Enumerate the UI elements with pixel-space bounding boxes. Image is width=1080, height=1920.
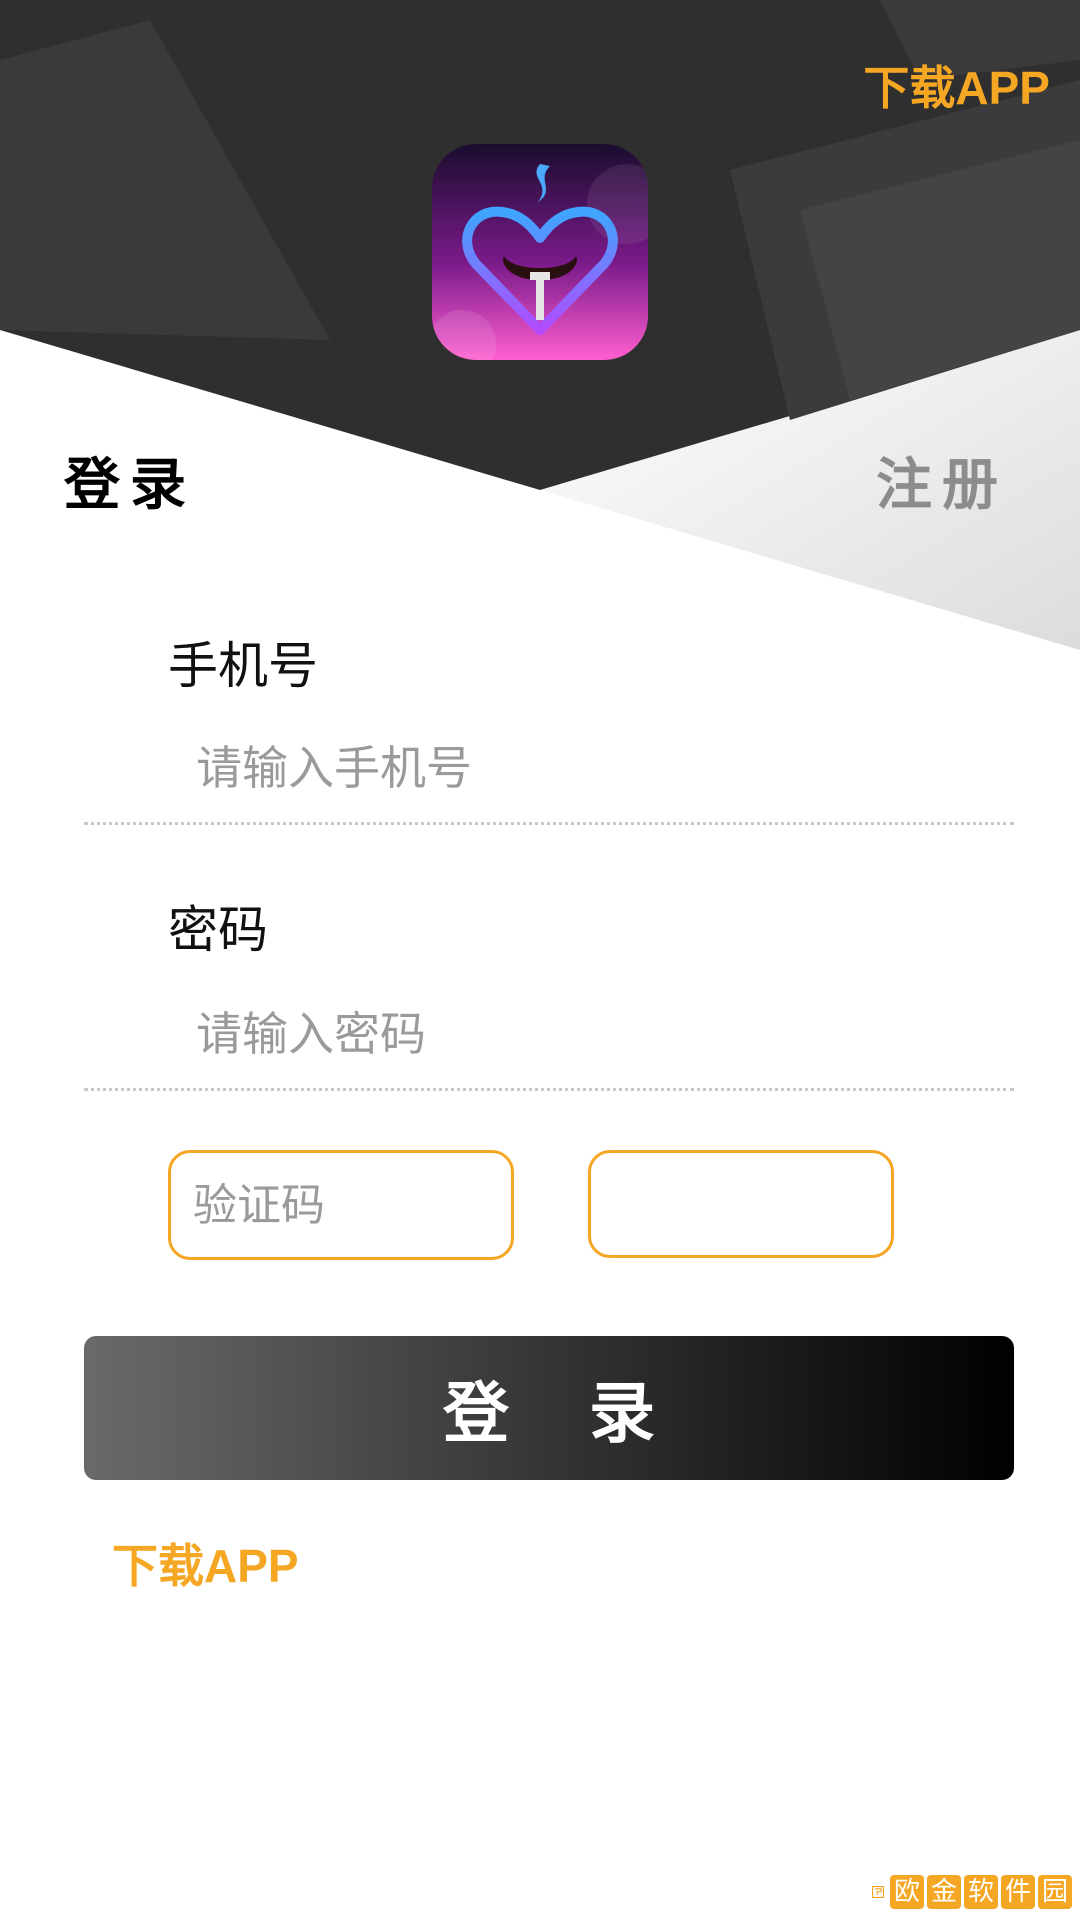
password-label: 密码 — [168, 901, 268, 959]
heart-sausage-logo-icon — [432, 144, 648, 360]
phone-label: 手机号 — [168, 637, 318, 695]
watermark-text: 欧金软件园 — [890, 1875, 1072, 1909]
app-logo — [432, 144, 648, 360]
watermark-char: 园 — [1038, 1875, 1072, 1909]
password-divider — [84, 1088, 1014, 1091]
watermark-char: 件 — [1001, 1875, 1035, 1909]
tab-login[interactable]: 登录 — [64, 440, 196, 521]
download-app-link-top[interactable]: 下载APP — [863, 52, 1050, 118]
watermark-char: 软 — [964, 1875, 998, 1909]
download-app-link-bottom[interactable]: 下载APP — [112, 1530, 299, 1596]
captcha-image[interactable] — [588, 1150, 894, 1258]
phone-divider — [84, 822, 1014, 825]
password-input[interactable] — [84, 990, 1014, 1078]
watermark-char: 金 — [927, 1875, 961, 1909]
tab-register[interactable]: 注册 — [876, 440, 1008, 521]
phone-input[interactable] — [84, 724, 1014, 812]
watermark-char: 欧 — [890, 1875, 924, 1909]
watermark-logo-icon — [872, 1886, 884, 1898]
watermark: 欧金软件园 — [872, 1864, 1072, 1920]
captcha-input[interactable] — [168, 1150, 514, 1260]
login-button[interactable]: 登录 — [84, 1336, 1014, 1480]
